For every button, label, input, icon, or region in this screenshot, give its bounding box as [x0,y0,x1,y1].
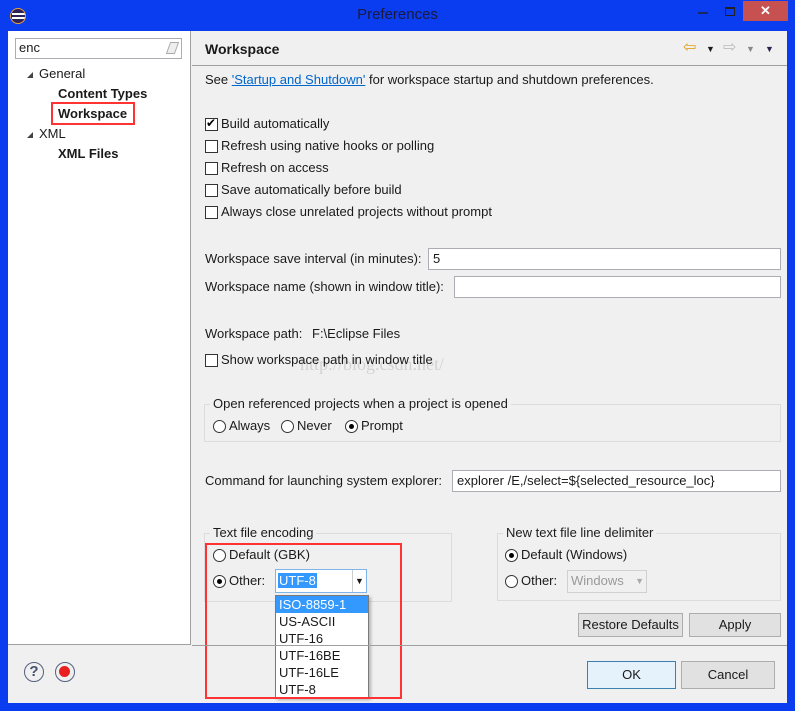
header-separator [192,65,787,66]
checkbox-label[interactable]: Refresh using native hooks or polling [221,138,434,154]
intro-prefix: See [205,72,232,87]
filter-value: enc [19,40,40,55]
radio-never[interactable] [281,420,294,433]
line-delimiter-legend: New text file line delimiter [503,525,657,541]
checkbox-4[interactable] [205,206,218,219]
title-bar: Preferences ✕ [0,0,795,31]
delimiter-other-label[interactable]: Other: [521,573,557,589]
minimize-button[interactable] [698,12,708,14]
expand-xml-icon[interactable] [27,132,33,138]
filter-input[interactable]: enc [15,38,182,59]
delimiter-other-radio[interactable] [505,575,518,588]
encoding-legend: Text file encoding [210,525,317,541]
checkbox-3[interactable] [205,184,218,197]
help-icon[interactable]: ? [24,662,44,682]
delimiter-default-label[interactable]: Default (Windows) [521,547,627,563]
open-referenced-legend: Open referenced projects when a project … [210,396,511,412]
tree-item-xml-files[interactable]: XML Files [58,146,118,162]
apply-button[interactable]: Apply [689,613,781,637]
chevron-down-icon: ▼ [635,576,644,586]
clear-filter-icon[interactable] [165,42,180,54]
startup-shutdown-link[interactable]: 'Startup and Shutdown' [232,72,366,87]
tree-item-workspace[interactable]: Workspace [58,106,127,122]
view-menu-icon[interactable]: ▼ [765,41,774,57]
checkbox-label[interactable]: Save automatically before build [221,182,402,198]
delimiter-combo-value: Windows [571,573,624,588]
radio-prompt[interactable] [345,420,358,433]
delimiter-default-radio[interactable] [505,549,518,562]
back-menu-icon[interactable]: ▼ [706,41,715,57]
radio-never-label[interactable]: Never [297,418,332,434]
workspace-path-label: Workspace path: [205,326,303,341]
checkbox-1[interactable] [205,140,218,153]
record-macro-icon[interactable] [55,662,75,682]
tree-item-general[interactable]: General [39,66,85,82]
tree-item-xml[interactable]: XML [39,126,66,142]
restore-defaults-button[interactable]: Restore Defaults [578,613,683,637]
radio-prompt-label[interactable]: Prompt [361,418,403,434]
intro-text: See 'Startup and Shutdown' for workspace… [205,72,654,88]
save-interval-label: Workspace save interval (in minutes): [205,251,422,266]
explorer-command-label: Command for launching system explorer: [205,473,442,488]
radio-always[interactable] [213,420,226,433]
tree-item-content-types[interactable]: Content Types [58,86,147,102]
intro-suffix: for workspace startup and shutdown prefe… [365,72,654,87]
window-title: Preferences [357,6,438,23]
close-button[interactable]: ✕ [743,1,788,21]
back-arrow-icon[interactable]: ⇦ [683,40,696,56]
footer-separator [192,645,787,646]
forward-menu-icon[interactable]: ▼ [746,41,755,57]
show-path-checkbox[interactable] [205,354,218,367]
checkbox-label[interactable]: Refresh on access [221,160,329,176]
checkbox-label[interactable]: Build automatically [221,116,329,132]
cancel-button[interactable]: Cancel [681,661,775,689]
checkbox-2[interactable] [205,162,218,175]
delimiter-combo[interactable]: Windows ▼ [567,570,647,593]
explorer-command-input[interactable]: explorer /E,/select=${selected_resource_… [452,470,781,492]
preference-tree-panel: enc General Content Types Workspace XML … [8,31,191,645]
workspace-name-input[interactable] [454,276,781,298]
ok-button[interactable]: OK [587,661,676,689]
save-interval-input[interactable]: 5 [428,248,781,270]
workspace-name-label: Workspace name (shown in window title): [205,279,444,294]
forward-arrow-icon[interactable]: ⇨ [723,40,736,56]
maximize-button[interactable] [725,7,735,16]
radio-always-label[interactable]: Always [229,418,270,434]
page-title: Workspace [205,41,280,57]
watermark: http://blog.csdn.net/ [300,354,444,374]
checkbox-0[interactable] [205,116,218,131]
checkbox-label[interactable]: Always close unrelated projects without … [221,204,492,220]
annotation-box [205,543,402,699]
workspace-path-value: F:\Eclipse Files [312,326,401,341]
expand-general-icon[interactable] [27,72,33,78]
